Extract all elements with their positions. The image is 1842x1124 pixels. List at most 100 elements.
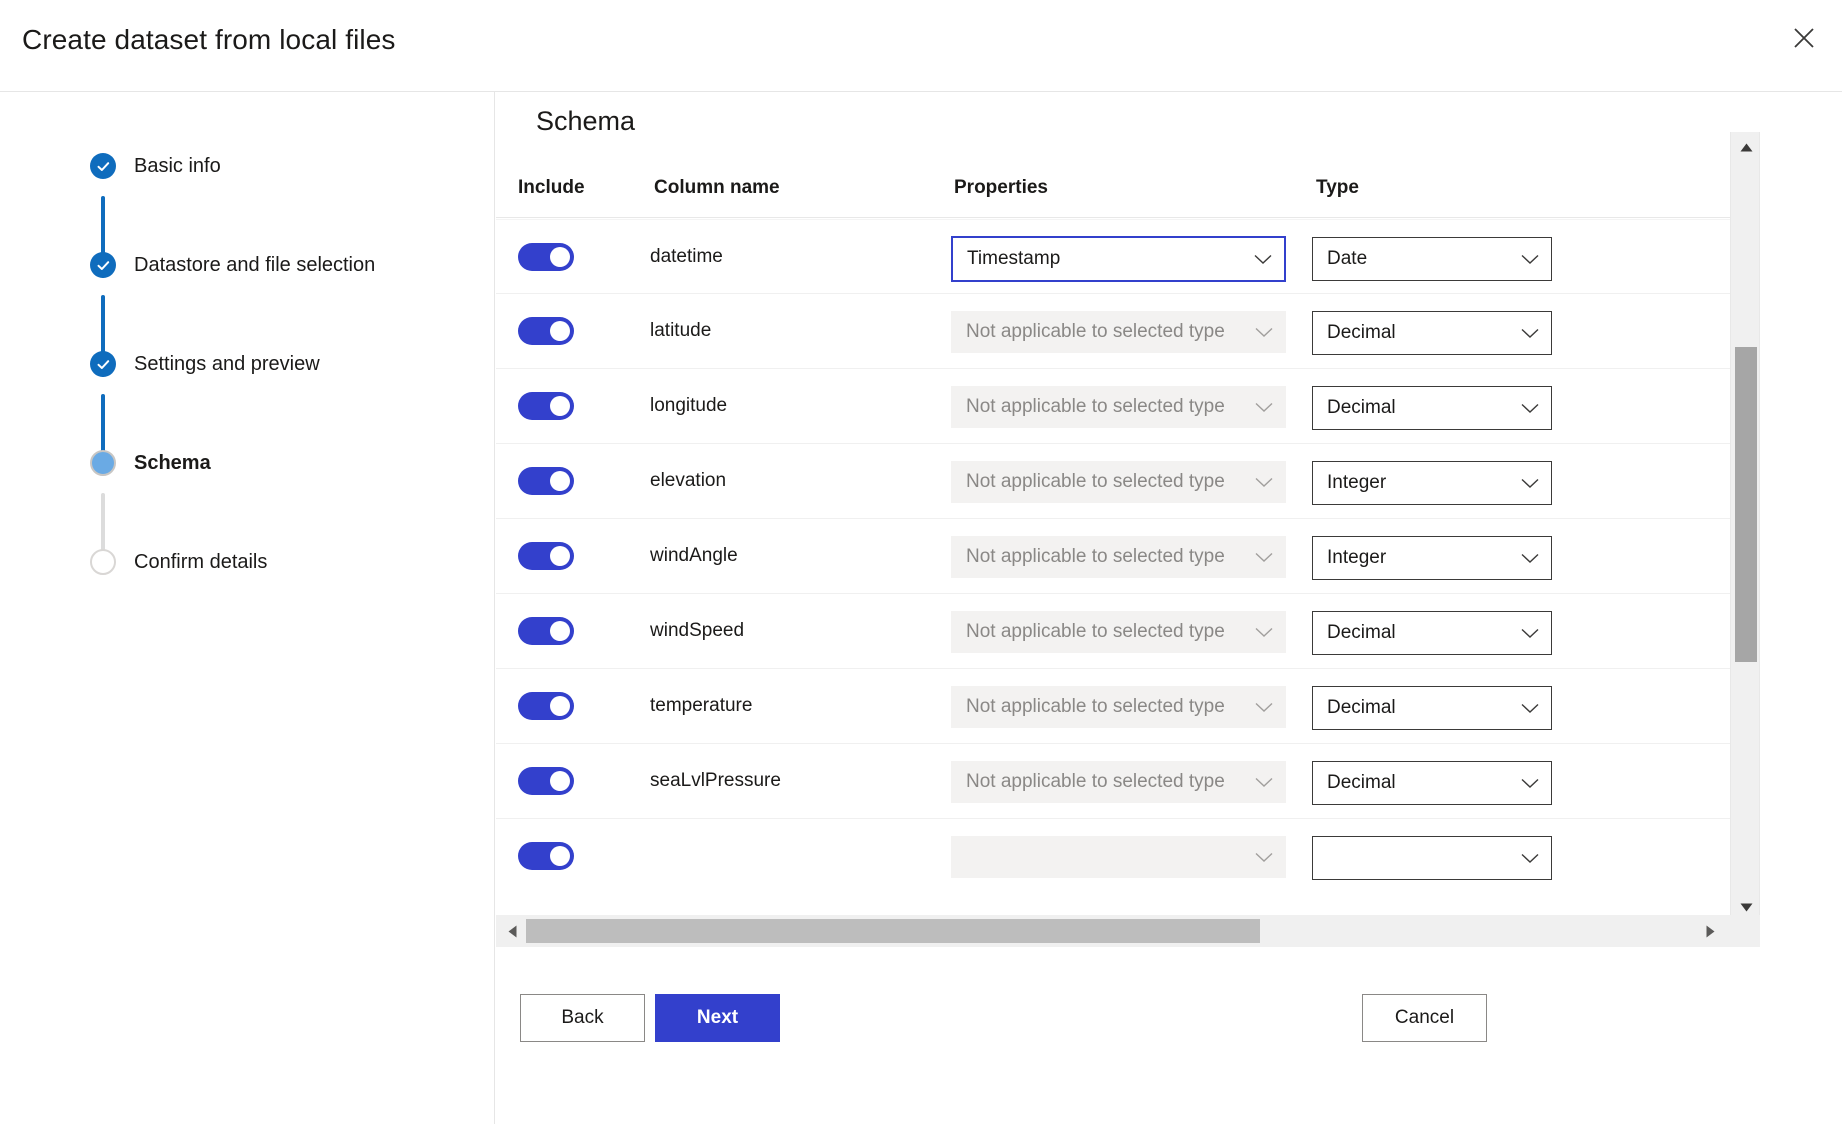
close-icon[interactable]: [1780, 14, 1828, 62]
table-row: [496, 819, 1730, 894]
type-value: Integer: [1327, 472, 1521, 494]
horizontal-scrollbar[interactable]: [496, 915, 1760, 947]
toggle-knob: [550, 771, 570, 791]
properties-value: Not applicable to selected type: [966, 471, 1255, 493]
include-toggle[interactable]: [518, 243, 574, 271]
type-dropdown[interactable]: Decimal: [1312, 386, 1552, 430]
type-dropdown[interactable]: Integer: [1312, 536, 1552, 580]
type-dropdown[interactable]: Date: [1312, 237, 1552, 281]
properties-dropdown[interactable]: Not applicable to selected type: [951, 461, 1286, 503]
include-toggle[interactable]: [518, 467, 574, 495]
chevron-down-icon: [1255, 477, 1273, 488]
column-name-cell: latitude: [650, 318, 711, 344]
chevron-down-icon: [1255, 702, 1273, 713]
chevron-down-icon: [1521, 403, 1539, 414]
include-toggle[interactable]: [518, 767, 574, 795]
current-step-icon: [90, 450, 116, 476]
column-name-cell: seaLvlPressure: [650, 768, 781, 794]
column-name-cell: windSpeed: [650, 618, 744, 644]
sidebar-item-label: Settings and preview: [134, 350, 320, 378]
chevron-down-icon: [1521, 553, 1539, 564]
properties-value: Timestamp: [967, 248, 1254, 270]
column-header-include: Include: [518, 177, 585, 199]
triangle-left-icon[interactable]: [498, 915, 526, 947]
include-toggle[interactable]: [518, 317, 574, 345]
properties-value: Not applicable to selected type: [966, 696, 1255, 718]
properties-dropdown[interactable]: Not applicable to selected type: [951, 611, 1286, 653]
toggle-knob: [550, 247, 570, 267]
type-dropdown[interactable]: Integer: [1312, 461, 1552, 505]
chevron-down-icon: [1521, 478, 1539, 489]
properties-value: Not applicable to selected type: [966, 621, 1255, 643]
type-dropdown[interactable]: Decimal: [1312, 686, 1552, 730]
column-name-cell: datetime: [650, 244, 723, 270]
table-row: seaLvlPressure Not applicable to selecte…: [496, 744, 1730, 819]
column-name-cell: elevation: [650, 468, 726, 494]
type-value: Decimal: [1327, 697, 1521, 719]
chevron-down-icon: [1255, 327, 1273, 338]
column-name-cell: windAngle: [650, 543, 738, 569]
type-dropdown[interactable]: Decimal: [1312, 311, 1552, 355]
sidebar-item-label: Datastore and file selection: [134, 251, 375, 279]
type-dropdown[interactable]: Decimal: [1312, 611, 1552, 655]
vertical-scrollbar[interactable]: [1730, 132, 1760, 922]
properties-value: Not applicable to selected type: [966, 546, 1255, 568]
include-toggle[interactable]: [518, 842, 574, 870]
properties-dropdown[interactable]: Not applicable to selected type: [951, 761, 1286, 803]
check-circle-icon: [90, 153, 116, 179]
schema-table: Include Column name Properties Type date…: [496, 152, 1730, 915]
triangle-right-icon[interactable]: [1696, 915, 1724, 947]
table-header-row: Include Column name Properties Type: [496, 152, 1730, 218]
properties-dropdown[interactable]: Not applicable to selected type: [951, 311, 1286, 353]
chevron-down-icon: [1255, 777, 1273, 788]
sidebar-item-label: Schema: [134, 449, 211, 477]
triangle-up-icon[interactable]: [1731, 134, 1761, 160]
include-toggle[interactable]: [518, 692, 574, 720]
column-header-type: Type: [1316, 177, 1359, 199]
properties-dropdown[interactable]: Timestamp: [951, 236, 1286, 282]
create-dataset-wizard: Create dataset from local files Basic in…: [0, 0, 1842, 1124]
properties-dropdown[interactable]: Not applicable to selected type: [951, 386, 1286, 428]
vertical-scroll-thumb[interactable]: [1735, 347, 1757, 662]
chevron-down-icon: [1521, 628, 1539, 639]
check-circle-icon: [90, 351, 116, 377]
table-row: elevation Not applicable to selected typ…: [496, 444, 1730, 519]
wizard-footer: Back Next Cancel: [496, 962, 1842, 1124]
dialog-header: Create dataset from local files: [0, 0, 1842, 92]
table-row: longitude Not applicable to selected typ…: [496, 369, 1730, 444]
wizard-step-rail: Basic info Datastore and file selection …: [0, 92, 495, 1124]
next-button[interactable]: Next: [655, 994, 780, 1042]
type-value: Integer: [1327, 547, 1521, 569]
table-row: datetime Timestamp Date: [496, 219, 1730, 294]
chevron-down-icon: [1521, 703, 1539, 714]
type-value: Decimal: [1327, 322, 1521, 344]
chevron-down-icon: [1255, 627, 1273, 638]
properties-dropdown[interactable]: Not applicable to selected type: [951, 686, 1286, 728]
horizontal-scroll-thumb[interactable]: [526, 919, 1260, 943]
back-button[interactable]: Back: [520, 994, 645, 1042]
column-header-column-name: Column name: [654, 177, 780, 199]
include-toggle[interactable]: [518, 617, 574, 645]
chevron-down-icon: [1255, 552, 1273, 563]
type-dropdown[interactable]: Decimal: [1312, 761, 1552, 805]
include-toggle[interactable]: [518, 542, 574, 570]
toggle-knob: [550, 696, 570, 716]
chevron-down-icon: [1521, 254, 1539, 265]
table-row: latitude Not applicable to selected type…: [496, 294, 1730, 369]
toggle-knob: [550, 396, 570, 416]
table-row: windSpeed Not applicable to selected typ…: [496, 594, 1730, 669]
properties-dropdown[interactable]: [951, 836, 1286, 878]
cancel-button[interactable]: Cancel: [1362, 994, 1487, 1042]
chevron-down-icon: [1255, 402, 1273, 413]
chevron-down-icon: [1521, 853, 1539, 864]
type-value: Decimal: [1327, 622, 1521, 644]
toggle-knob: [550, 546, 570, 566]
type-dropdown[interactable]: [1312, 836, 1552, 880]
include-toggle[interactable]: [518, 392, 574, 420]
close-glyph: [1791, 25, 1817, 51]
sidebar-item-label: Confirm details: [134, 548, 267, 576]
type-value: Decimal: [1327, 397, 1521, 419]
properties-value: Not applicable to selected type: [966, 396, 1255, 418]
properties-dropdown[interactable]: Not applicable to selected type: [951, 536, 1286, 578]
chevron-down-icon: [1521, 778, 1539, 789]
